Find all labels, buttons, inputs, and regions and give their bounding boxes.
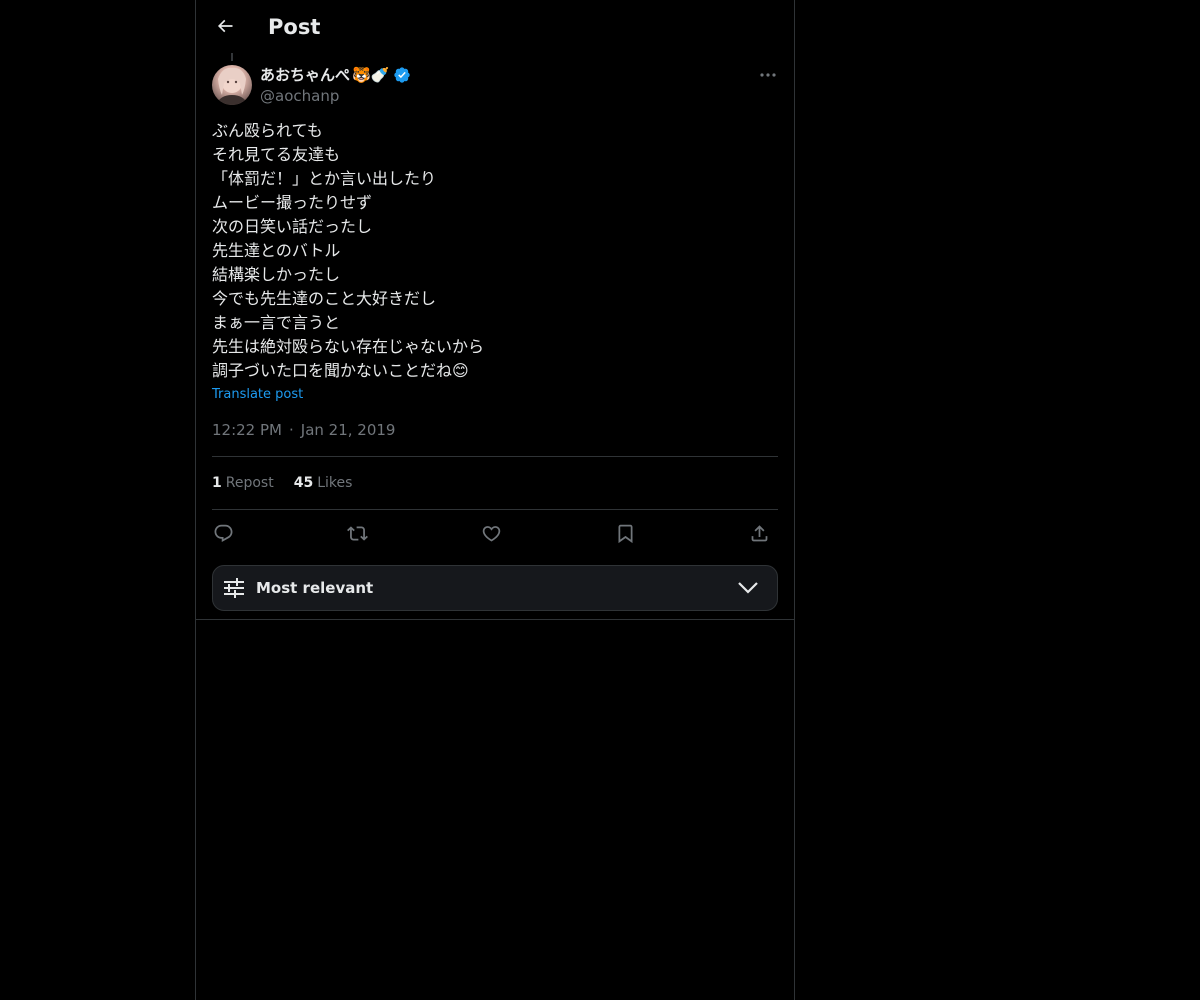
likes-count: 45 bbox=[293, 475, 314, 491]
post-text-line: 次の日笑い話だったし bbox=[212, 217, 373, 236]
sliders-icon bbox=[223, 577, 245, 599]
reply-sort-dropdown[interactable]: Most relevant bbox=[212, 565, 778, 611]
bookmark-button[interactable] bbox=[608, 516, 642, 550]
page-title: Post bbox=[268, 15, 321, 39]
more-options-button[interactable] bbox=[754, 64, 782, 86]
repost-button[interactable] bbox=[340, 516, 374, 550]
post-time[interactable]: 12:22 PM bbox=[212, 420, 282, 440]
more-dots-icon bbox=[760, 73, 776, 77]
share-icon bbox=[749, 523, 770, 544]
back-button[interactable] bbox=[208, 9, 242, 43]
repost-icon bbox=[346, 523, 368, 544]
post-text-line: 「体罰だ！」とか言い出したり bbox=[212, 169, 437, 188]
post-date[interactable]: Jan 21, 2019 bbox=[301, 420, 396, 440]
reposts-stat[interactable]: 1 Repost bbox=[212, 475, 274, 491]
sort-label: Most relevant bbox=[256, 579, 374, 597]
thread-connector-line bbox=[231, 53, 233, 61]
post-text-line: まぁ一言で言うと bbox=[212, 313, 341, 332]
post-text-line: 先生は絶対殴らない存在じゃないから bbox=[212, 337, 485, 356]
verified-badge-icon[interactable] bbox=[393, 66, 411, 84]
author-display-name[interactable]: あおちゃんぺ bbox=[260, 65, 350, 85]
author-handle[interactable]: @aochanp bbox=[260, 86, 339, 106]
chevron-down-icon bbox=[737, 579, 759, 597]
bookmark-icon bbox=[615, 523, 636, 544]
timestamp-separator: · bbox=[288, 421, 294, 439]
likes-label: Likes bbox=[317, 475, 353, 491]
post-actions-bar bbox=[212, 516, 778, 550]
post-text-line: それ見てる友達も bbox=[212, 145, 341, 164]
likes-stat[interactable]: 45 Likes bbox=[294, 475, 353, 491]
primary-column: Post あおちゃんぺ 🐯🍼 @aochanp ぶん殴られても それ見てる友達も… bbox=[195, 0, 795, 1000]
divider bbox=[212, 509, 778, 510]
divider bbox=[212, 456, 778, 457]
post-text-line: 結構楽しかったし bbox=[212, 265, 341, 284]
share-button[interactable] bbox=[742, 516, 776, 550]
post-header: Post bbox=[196, 0, 794, 53]
author-name-emojis: 🐯🍼 bbox=[352, 66, 390, 84]
avatar[interactable] bbox=[212, 65, 252, 105]
post-text-line: ぶん殴られても bbox=[212, 121, 323, 140]
post-text-line: 先生達とのバトル bbox=[212, 241, 341, 260]
arrow-left-icon bbox=[215, 16, 235, 36]
reposts-count: 1 bbox=[212, 475, 222, 491]
reposts-label: Repost bbox=[225, 475, 274, 491]
like-button[interactable] bbox=[474, 516, 508, 550]
engagement-stats: 1 Repost 45 Likes bbox=[212, 473, 372, 493]
post-text-line: 調子づいた口を聞かないことだね😊 bbox=[212, 361, 469, 380]
section-divider bbox=[196, 619, 794, 620]
like-icon bbox=[481, 523, 502, 544]
author-name-row[interactable]: あおちゃんぺ 🐯🍼 bbox=[260, 64, 411, 86]
post-timestamp[interactable]: 12:22 PM · Jan 21, 2019 bbox=[212, 420, 395, 440]
translate-post-link[interactable]: Translate post bbox=[212, 386, 303, 404]
post-text: ぶん殴られても それ見てる友達も 「体罰だ！」とか言い出したり ムービー撮ったり… bbox=[212, 119, 778, 383]
reply-icon bbox=[213, 523, 234, 544]
reply-button[interactable] bbox=[206, 516, 240, 550]
post-text-line: 今でも先生達のこと大好きだし bbox=[212, 289, 437, 308]
post-text-line: ムービー撮ったりせず bbox=[212, 193, 373, 212]
